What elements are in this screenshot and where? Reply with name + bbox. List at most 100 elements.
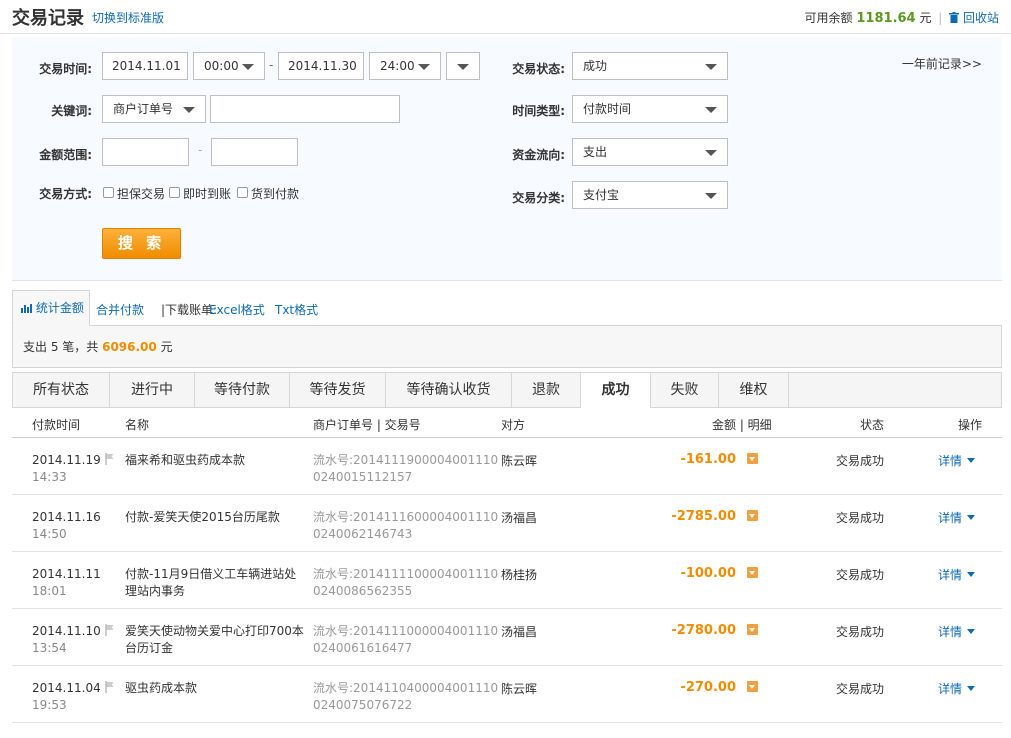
category-select[interactable]: 支付宝 <box>572 181 728 209</box>
tab-refund[interactable]: 退款 <box>512 373 581 407</box>
row-date-time: 19:53 <box>32 698 67 712</box>
row-date: 2014.11.04 19:53 <box>32 680 101 714</box>
detail-expand-icon[interactable] <box>747 510 758 521</box>
row-details-label: 详情 <box>938 625 963 639</box>
bar-chart-icon <box>21 304 32 313</box>
balance-area: 可用余额 1181.64 元 | 回收站 <box>805 9 999 26</box>
tab-merge-payment[interactable]: 合并付款 <box>96 301 144 318</box>
chevron-down-icon <box>457 64 469 70</box>
caret-down-icon <box>967 629 976 634</box>
row-name: 付款-11月9日借义工车辆进站处理站内事务 <box>125 567 297 598</box>
filter-panel: 交易时间: 2014.11.01 00:00 - 2014.11.30 24:0… <box>12 37 1002 281</box>
col-action: 操作 <box>958 418 983 432</box>
flag-icon[interactable] <box>105 624 115 636</box>
chevron-down-icon <box>705 64 717 70</box>
page-header: 交易记录 切换到标准版 可用余额 1181.64 元 | 回收站 <box>0 0 1011 34</box>
table-row: 2014.11.04 19:53 驱虫药成本款 流水号:2014110400004… <box>12 666 1002 723</box>
tab-failed[interactable]: 失败 <box>651 373 719 407</box>
tab-all-status[interactable]: 所有状态 <box>13 373 110 407</box>
old-records-link[interactable]: 一年前记录>> <box>902 55 982 72</box>
status-label: 交易状态: <box>512 62 565 76</box>
col-order-no: 商户订单号 | 交易号 <box>313 418 421 432</box>
row-serial: 流水号:20141116000040011100240062146743 <box>313 510 499 541</box>
time-type-label: 时间类型: <box>512 104 565 118</box>
header-separator: | <box>938 11 943 25</box>
chevron-down-icon <box>418 64 430 70</box>
tab-in-progress[interactable]: 进行中 <box>110 373 195 407</box>
row-details-link[interactable]: 详情 <box>938 452 976 469</box>
start-date-input[interactable]: 2014.11.01 <box>102 52 188 80</box>
keyword-type-select[interactable]: 商户订单号 <box>102 95 206 123</box>
row-amount: -270.00 <box>680 680 736 695</box>
status-value: 成功 <box>583 59 608 73</box>
row-details-link[interactable]: 详情 <box>938 509 976 526</box>
search-button[interactable]: 搜 索 <box>102 228 181 259</box>
row-date: 2014.11.19 14:33 <box>32 452 101 486</box>
row-date-time: 14:50 <box>32 527 67 541</box>
keyword-input[interactable] <box>210 95 400 123</box>
end-time-select[interactable]: 24:00 <box>369 52 441 80</box>
amount-range-label: 金额范围: <box>39 148 92 162</box>
row-details-link[interactable]: 详情 <box>938 566 976 583</box>
start-time-select[interactable]: 00:00 <box>193 52 265 80</box>
amount-min-input[interactable] <box>102 138 189 166</box>
row-details-link[interactable]: 详情 <box>938 680 976 697</box>
instant-checkbox[interactable] <box>169 187 180 198</box>
time-preset-select[interactable] <box>446 52 480 80</box>
row-serial: 流水号:20141111000040011100240086562355 <box>313 567 499 598</box>
row-name: 爱笑天使动物关爱中心打印700本台历订金 <box>125 624 304 655</box>
row-details-label: 详情 <box>938 511 963 525</box>
row-details-label: 详情 <box>938 454 963 468</box>
balance-amount: 1181.64 <box>856 11 916 26</box>
row-amount: -2785.00 <box>671 509 736 524</box>
keyword-label: 关键词: <box>51 104 92 118</box>
detail-expand-icon[interactable] <box>747 453 758 464</box>
row-party: 汤福昌 <box>501 511 538 525</box>
flow-select[interactable]: 支出 <box>572 138 728 166</box>
tab-stat-amount[interactable]: 统计金额 <box>12 290 90 326</box>
tab-awaiting-confirm[interactable]: 等待确认收货 <box>386 373 512 407</box>
detail-expand-icon[interactable] <box>747 681 758 692</box>
col-pay-time: 付款时间 <box>32 418 81 432</box>
recycle-bin-label: 回收站 <box>962 11 999 25</box>
row-details-label: 详情 <box>938 568 963 582</box>
download-txt-link[interactable]: Txt格式 <box>275 301 318 318</box>
end-date-input[interactable]: 2014.11.30 <box>278 52 364 80</box>
row-details-link[interactable]: 详情 <box>938 623 976 640</box>
tab-awaiting-shipment[interactable]: 等待发货 <box>290 373 386 407</box>
row-date-day: 2014.11.16 <box>32 510 101 524</box>
amount-max-input[interactable] <box>211 138 298 166</box>
tab-awaiting-payment[interactable]: 等待付款 <box>195 373 290 407</box>
end-time-value: 24:00 <box>380 59 415 73</box>
row-status: 交易成功 <box>836 682 885 696</box>
time-type-value: 付款时间 <box>583 102 632 116</box>
time-label: 交易时间: <box>39 62 92 76</box>
tab-success[interactable]: 成功 <box>581 373 651 408</box>
row-status: 交易成功 <box>836 454 885 468</box>
keyword-type-value: 商户订单号 <box>113 102 174 116</box>
detail-expand-icon[interactable] <box>747 624 758 635</box>
row-amount: -2780.00 <box>671 623 736 638</box>
col-amount: 金额 | 明细 <box>712 418 772 432</box>
summary-unit: 元 <box>160 340 173 354</box>
recycle-bin-link[interactable]: 回收站 <box>949 11 999 25</box>
row-date-time: 14:33 <box>32 470 67 484</box>
trash-icon <box>949 12 960 23</box>
download-excel-link[interactable]: Excel格式 <box>209 301 265 318</box>
stat-tabs: 统计金额 合并付款 |下载账单: Excel格式 Txt格式 <box>12 290 1002 326</box>
escrow-checkbox[interactable] <box>103 187 114 198</box>
flow-value: 支出 <box>583 145 608 159</box>
row-party: 陈云晖 <box>501 682 538 696</box>
cod-checkbox[interactable] <box>237 187 248 198</box>
row-serial: 流水号:20141119000040011100240015112157 <box>313 453 499 484</box>
caret-down-icon <box>967 686 976 691</box>
flag-icon[interactable] <box>105 453 115 465</box>
chevron-down-icon <box>705 193 717 199</box>
switch-standard-link[interactable]: 切换到标准版 <box>92 9 164 26</box>
status-select[interactable]: 成功 <box>572 52 728 80</box>
detail-expand-icon[interactable] <box>747 567 758 578</box>
flag-icon[interactable] <box>105 681 115 693</box>
time-type-select[interactable]: 付款时间 <box>572 95 728 123</box>
tab-dispute[interactable]: 维权 <box>719 373 789 407</box>
row-status: 交易成功 <box>836 511 885 525</box>
